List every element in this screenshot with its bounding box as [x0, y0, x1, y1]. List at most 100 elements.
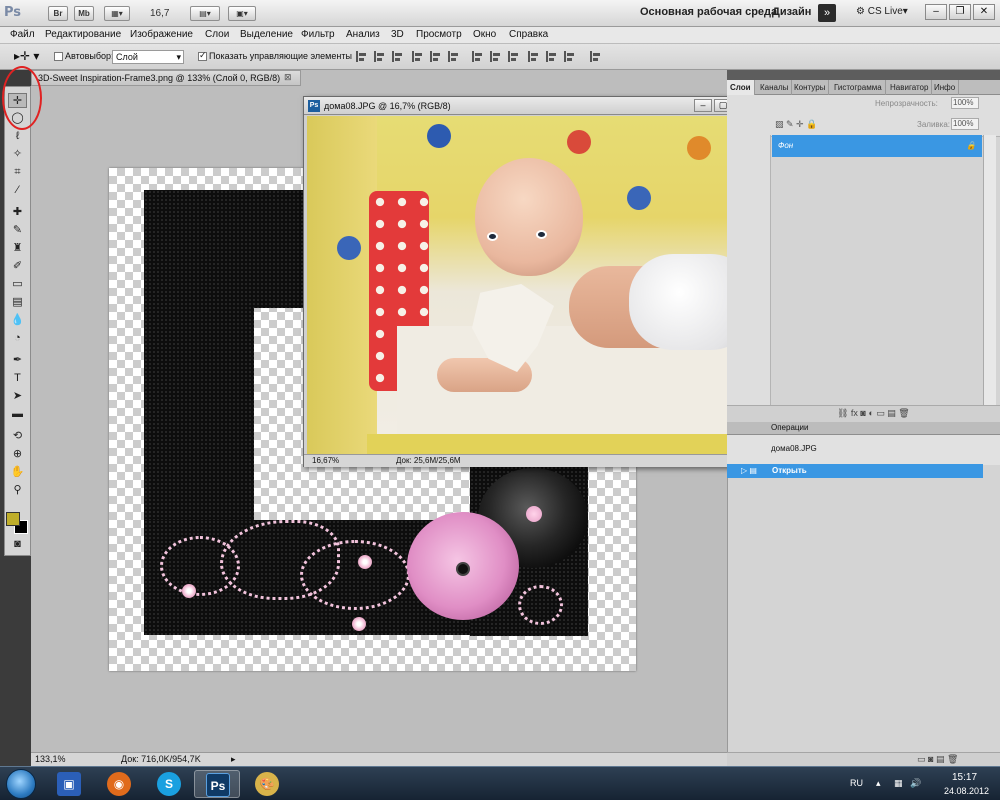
- distribute-right-icon[interactable]: [564, 51, 575, 62]
- layers-scrollbar[interactable]: [983, 135, 996, 405]
- healing-icon[interactable]: ✚: [8, 205, 27, 220]
- view-extras-button[interactable]: ▦▾: [104, 6, 130, 21]
- distribute-hcenter-icon[interactable]: [546, 51, 557, 62]
- close-button[interactable]: ✕: [973, 4, 995, 20]
- document-size-info[interactable]: Док: 716,0K/954,7K: [121, 753, 201, 766]
- taskbar-paint[interactable]: 🎨: [244, 770, 290, 798]
- taskbar-save-app[interactable]: ▣: [46, 770, 92, 798]
- clock-time[interactable]: 15:17: [952, 772, 977, 783]
- cs-live-button[interactable]: ⚙ CS Live▾: [856, 6, 908, 17]
- align-hcenter-icon[interactable]: [430, 51, 441, 62]
- eyedropper-icon[interactable]: ⁄: [8, 183, 27, 198]
- show-transform-controls-checkbox[interactable]: [198, 50, 207, 61]
- tool-preset-picker[interactable]: ▸✛ ▾: [14, 49, 39, 63]
- tab-info[interactable]: Инфо: [931, 80, 960, 95]
- minimize-button[interactable]: –: [925, 4, 947, 20]
- screen-mode-button[interactable]: ▣▾: [228, 6, 256, 21]
- type-icon[interactable]: T: [8, 371, 27, 386]
- volume-icon[interactable]: 🔊: [910, 778, 921, 789]
- dodge-icon[interactable]: ◔: [8, 331, 27, 346]
- distribute-left-icon[interactable]: [528, 51, 539, 62]
- magic-wand-icon[interactable]: ✧: [8, 147, 27, 162]
- hand-icon[interactable]: ✋: [8, 465, 27, 480]
- tab-navigator[interactable]: Навигатор: [887, 80, 933, 95]
- align-bottom-icon[interactable]: [392, 51, 403, 62]
- distribute-vcenter-icon[interactable]: [490, 51, 501, 62]
- menu-edit[interactable]: Редактирование: [45, 29, 121, 40]
- menu-select[interactable]: Выделение: [240, 29, 293, 40]
- taskbar-firefox[interactable]: ◉: [96, 770, 142, 798]
- start-button[interactable]: [6, 769, 36, 799]
- 3d-rotate-icon[interactable]: ⟲: [8, 429, 27, 444]
- align-vcenter-icon[interactable]: [374, 51, 385, 62]
- eraser-icon[interactable]: ▭: [8, 277, 27, 292]
- floating-window-zoom[interactable]: 16,67%: [312, 455, 339, 467]
- document-tab[interactable]: 3D-Sweet Inspiration-Frame3.png @ 133% (…: [31, 70, 301, 86]
- path-select-icon[interactable]: ➤: [8, 389, 27, 404]
- clock-date[interactable]: 24.08.2012: [944, 786, 989, 796]
- distribute-bottom-icon[interactable]: [508, 51, 519, 62]
- restore-button[interactable]: ❐: [949, 4, 971, 20]
- tab-actions[interactable]: Операции: [771, 423, 808, 432]
- menu-help[interactable]: Справка: [509, 29, 548, 40]
- lock-icons[interactable]: ▨ ✎ ✛ 🔒: [775, 119, 817, 130]
- minimize-window-button[interactable]: –: [694, 99, 712, 112]
- workspace-design-label[interactable]: Дизайн: [772, 6, 811, 18]
- zoom-level-field[interactable]: 16,7: [150, 6, 188, 21]
- history-source-item[interactable]: дома08.JPG: [771, 444, 817, 453]
- action-open-item[interactable]: ▷ ▤ Открыть: [727, 464, 983, 478]
- menu-analysis[interactable]: Анализ: [346, 29, 380, 40]
- floating-window-title-bar[interactable]: Ps дома08.JPG @ 16,7% (RGB/8) – ▢ ✕: [304, 97, 768, 115]
- taskbar-skype[interactable]: S: [146, 770, 192, 798]
- opacity-field[interactable]: 100%: [951, 97, 979, 109]
- brush-icon[interactable]: ✎: [8, 223, 27, 238]
- document-zoom-field[interactable]: 133,1%: [35, 753, 66, 766]
- align-top-icon[interactable]: [356, 51, 367, 62]
- quick-mask-icon[interactable]: ◙: [8, 537, 27, 552]
- shape-icon[interactable]: ▬: [8, 407, 27, 422]
- menu-view[interactable]: Просмотр: [416, 29, 462, 40]
- mini-bridge-button[interactable]: Mb: [74, 6, 94, 21]
- tab-layers[interactable]: Слои: [727, 80, 755, 95]
- zoom-icon[interactable]: ⚲: [8, 483, 27, 498]
- tab-histogram[interactable]: Гистограмма: [831, 80, 886, 95]
- action-footer-icons[interactable]: ▭ ◙ ▤ 🗑: [917, 754, 958, 765]
- bridge-button[interactable]: Br: [48, 6, 68, 21]
- fill-field[interactable]: 100%: [951, 118, 979, 130]
- baby-photo[interactable]: [307, 116, 757, 454]
- blur-icon[interactable]: 💧: [8, 313, 27, 328]
- menu-file[interactable]: Файл: [10, 29, 35, 40]
- menu-layer[interactable]: Слои: [205, 29, 229, 40]
- menu-filter[interactable]: Фильтр: [301, 29, 335, 40]
- menu-window[interactable]: Окно: [473, 29, 496, 40]
- workspace-essentials-label[interactable]: Основная рабочая среда: [640, 6, 777, 18]
- pen-icon[interactable]: ✒: [8, 353, 27, 368]
- foreground-color-swatch[interactable]: [6, 512, 20, 526]
- crop-icon[interactable]: ⌗: [8, 165, 27, 180]
- auto-select-checkbox[interactable]: [54, 52, 63, 61]
- taskbar-photoshop[interactable]: Ps: [194, 770, 240, 798]
- language-indicator[interactable]: RU: [850, 778, 863, 788]
- menu-3d[interactable]: 3D: [391, 29, 404, 40]
- tray-arrow-icon[interactable]: ▴: [876, 778, 881, 789]
- arrange-documents-button[interactable]: ▤▾: [190, 6, 220, 21]
- floating-document-window[interactable]: Ps дома08.JPG @ 16,7% (RGB/8) – ▢ ✕ 16,6…: [303, 96, 769, 467]
- menu-image[interactable]: Изображение: [130, 29, 193, 40]
- auto-align-layers-icon[interactable]: [590, 51, 601, 62]
- tab-channels[interactable]: Каналы: [757, 80, 793, 95]
- align-right-icon[interactable]: [448, 51, 459, 62]
- 3d-camera-icon[interactable]: ⊕: [8, 447, 27, 462]
- floating-window-doc-size[interactable]: Док: 25,6M/25,6M: [396, 455, 461, 467]
- layer-footer-icons[interactable]: ⛓ fx ◙ ◐ ▭ ▤ 🗑: [837, 408, 910, 419]
- network-icon[interactable]: ▦: [894, 778, 903, 789]
- lasso-icon[interactable]: ℓ: [8, 129, 27, 144]
- status-menu-arrow-icon[interactable]: ▸: [231, 753, 236, 766]
- close-tab-icon[interactable]: ⊠: [284, 72, 292, 83]
- gradient-icon[interactable]: ▤: [8, 295, 27, 310]
- history-brush-icon[interactable]: ✐: [8, 259, 27, 274]
- align-left-icon[interactable]: [412, 51, 423, 62]
- layer-row-background[interactable]: Фон 🔒: [772, 135, 982, 157]
- tab-paths[interactable]: Контуры: [791, 80, 830, 95]
- auto-select-dropdown[interactable]: Слой: [112, 50, 184, 64]
- workspace-more-button[interactable]: »: [818, 4, 836, 22]
